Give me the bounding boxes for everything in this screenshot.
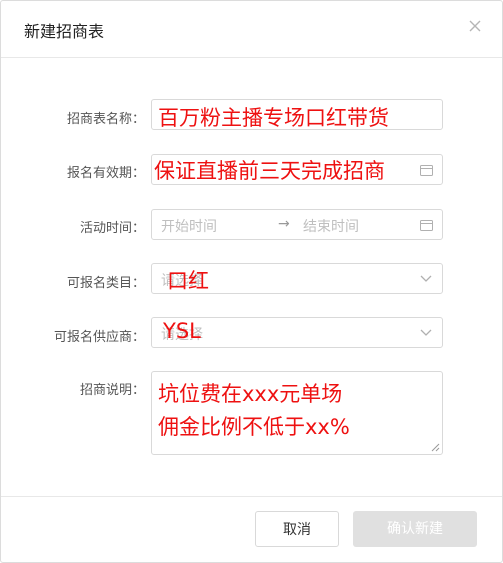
description-handwritten-line-2: 佣金比例不低于xx%: [158, 415, 350, 439]
calendar-icon: [420, 220, 433, 231]
category-handwritten-value: 口红: [167, 269, 209, 293]
dialog-header: 新建招商表: [1, 1, 502, 58]
category-label: 可报名类目：: [66, 276, 145, 291]
chevron-down-icon: [420, 329, 432, 336]
range-arrow: →: [278, 216, 290, 232]
name-handwritten-value: 百万粉主播专场口红带货: [158, 106, 389, 130]
validity-label: 报名有效期：: [66, 166, 145, 181]
name-label: 招商表名称：: [66, 112, 145, 127]
resize-handle-icon[interactable]: [431, 443, 440, 452]
description-label: 招商说明：: [79, 383, 145, 398]
supplier-handwritten-value: YSL: [163, 319, 201, 343]
close-icon[interactable]: [467, 18, 483, 34]
start-time-placeholder: 开始时间: [161, 219, 217, 235]
end-time-placeholder: 结束时间: [303, 219, 359, 235]
description-handwritten-line-1: 坑位费在xxx元单场: [158, 382, 343, 406]
calendar-icon: [420, 165, 433, 176]
supplier-label: 可报名供应商：: [53, 330, 145, 345]
activity-time-label: 活动时间：: [79, 221, 145, 236]
dialog-title: 新建招商表: [24, 22, 105, 41]
create-recruitment-dialog: 新建招商表 招商表名称： 百万粉主播专场口红带货 报名有效期： 保证直播前三天完…: [0, 0, 503, 563]
confirm-create-button[interactable]: 确认新建: [353, 511, 477, 547]
activity-time-range-picker[interactable]: 开始时间 → 结束时间: [151, 209, 443, 240]
chevron-down-icon: [420, 275, 432, 282]
cancel-button[interactable]: 取消: [255, 511, 339, 547]
validity-handwritten-value: 保证直播前三天完成招商: [154, 159, 385, 183]
dialog-footer: 取消 确认新建: [1, 496, 502, 563]
